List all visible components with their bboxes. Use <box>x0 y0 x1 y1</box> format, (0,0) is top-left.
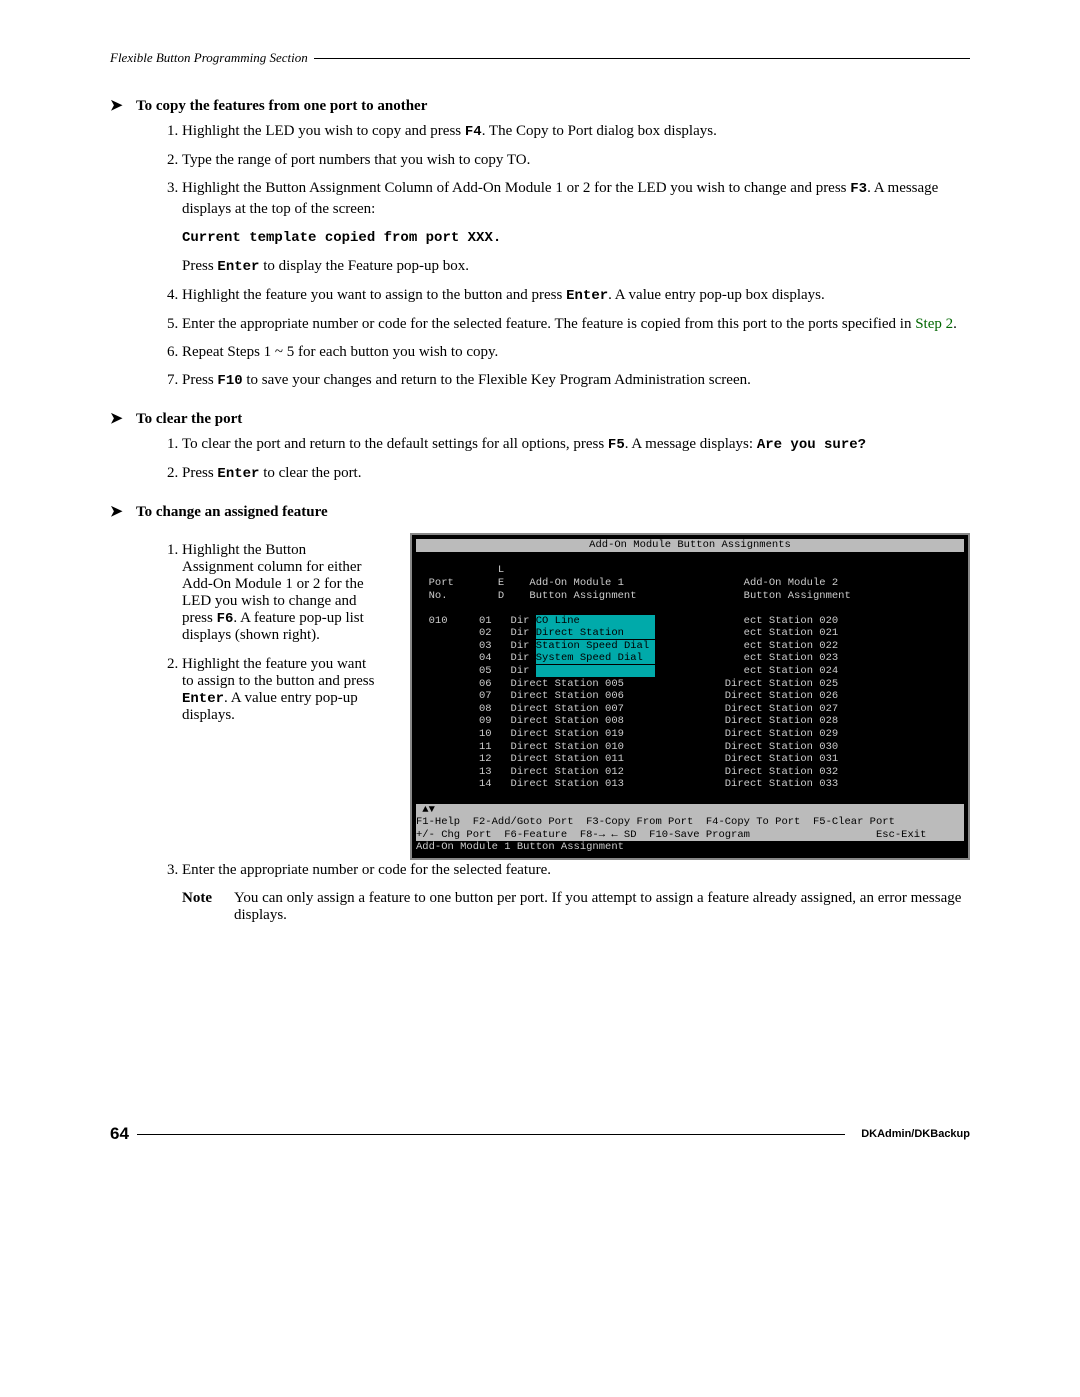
footer-rule <box>137 1134 845 1135</box>
step: Highlight the feature you want to assign… <box>182 656 380 724</box>
step: Repeat Steps 1 ~ 5 for each button you w… <box>182 342 970 362</box>
steps-list: Highlight the LED you wish to copy and p… <box>182 121 970 391</box>
section-change-feature: ➤ To change an assigned feature Highligh… <box>110 502 970 924</box>
key-f3: F3 <box>850 181 867 197</box>
step: Press Enter to clear the port. <box>182 463 970 484</box>
key-f6: F6 <box>217 611 234 627</box>
steps-column: Highlight the Button Assignment column f… <box>110 527 380 739</box>
key-enter: Enter <box>182 691 224 707</box>
page-footer: 64 DKAdmin/DKBackup <box>110 1124 970 1144</box>
section-head: ➤ To copy the features from one port to … <box>110 96 970 115</box>
key-f4: F4 <box>465 124 482 140</box>
footer-product: DKAdmin/DKBackup <box>853 1128 970 1140</box>
key-enter: Enter <box>217 466 259 482</box>
steps-list-cont: Enter the appropriate number or code for… <box>182 860 970 880</box>
step: Highlight the feature you want to assign… <box>182 285 970 306</box>
step-link[interactable]: Step 2 <box>915 316 953 332</box>
key-enter: Enter <box>217 259 259 275</box>
steps-list: Highlight the Button Assignment column f… <box>182 542 380 724</box>
step: Highlight the LED you wish to copy and p… <box>182 121 970 142</box>
arrow-icon: ➤ <box>110 502 128 521</box>
page-number: 64 <box>110 1124 129 1144</box>
header-rule <box>314 58 970 59</box>
note-label: Note <box>182 890 234 924</box>
section-head: ➤ To change an assigned feature <box>110 502 970 521</box>
section-copy-features: ➤ To copy the features from one port to … <box>110 96 970 391</box>
step: To clear the port and return to the defa… <box>182 434 970 455</box>
key-f10: F10 <box>217 373 242 389</box>
step: Type the range of port numbers that you … <box>182 150 970 170</box>
arrow-icon: ➤ <box>110 409 128 428</box>
step: Highlight the Button Assignment Column o… <box>182 178 970 277</box>
page-header: Flexible Button Programming Section <box>110 50 970 66</box>
step: Press F10 to save your changes and retur… <box>182 370 970 391</box>
header-text: Flexible Button Programming Section <box>110 50 314 66</box>
key-f5: F5 <box>608 437 625 453</box>
content-with-figure: Highlight the Button Assignment column f… <box>110 527 970 860</box>
key-enter: Enter <box>566 288 608 304</box>
section-title: To copy the features from one port to an… <box>136 98 427 115</box>
section-title: To clear the port <box>136 411 242 428</box>
code-prompt: Are you sure? <box>757 437 866 453</box>
step: Highlight the Button Assignment column f… <box>182 542 380 644</box>
step: Enter the appropriate number or code for… <box>182 314 970 334</box>
arrow-icon: ➤ <box>110 96 128 115</box>
note-text: You can only assign a feature to one but… <box>234 890 970 924</box>
terminal-screenshot: Add-On Module Button Assignments L Port … <box>410 533 970 860</box>
section-clear-port: ➤ To clear the port To clear the port an… <box>110 409 970 484</box>
step: Enter the appropriate number or code for… <box>182 860 970 880</box>
steps-list: To clear the port and return to the defa… <box>182 434 970 484</box>
section-head: ➤ To clear the port <box>110 409 970 428</box>
code-message: Current template copied from port XXX. <box>182 230 501 246</box>
section-title: To change an assigned feature <box>136 504 328 521</box>
note: Note You can only assign a feature to on… <box>182 890 970 924</box>
